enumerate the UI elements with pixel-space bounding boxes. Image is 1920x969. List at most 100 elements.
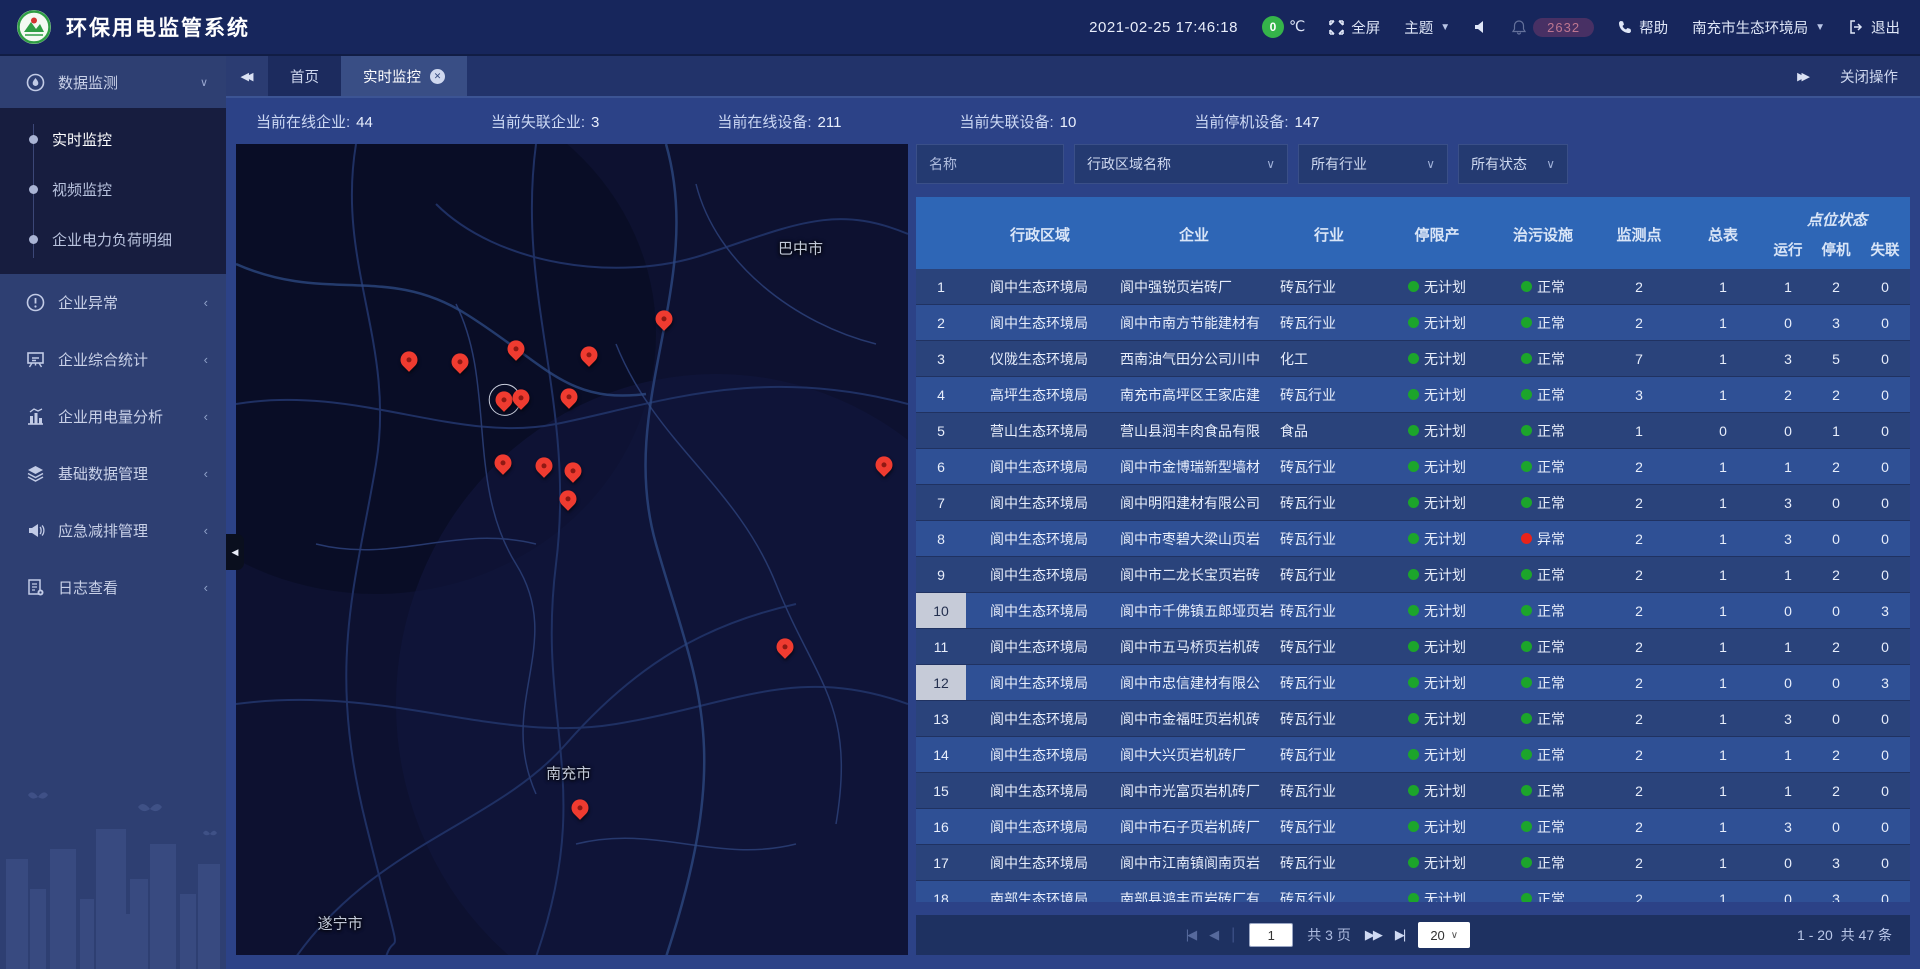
sidebar-item-emergency-reduction[interactable]: 应急减排管理 ‹	[0, 502, 226, 559]
row-lost: 0	[1860, 567, 1910, 583]
first-page-button[interactable]: |◀	[1186, 927, 1195, 943]
industry-select[interactable]: 所有行业 ∨	[1298, 144, 1448, 184]
row-index: 18	[916, 881, 966, 902]
sidebar-item-enterprise-statistics[interactable]: 企业综合统计 ‹	[0, 331, 226, 388]
table-row[interactable]: 11 阆中生态环境局 阆中市五马桥页岩机砖 砖瓦行业 无计划 正常 2 1 1 …	[916, 629, 1910, 665]
table-row[interactable]: 3 仪陇生态环境局 西南油气田分公司川中 化工 无计划 正常 7 1 3 5 0	[916, 341, 1910, 377]
page-size-select[interactable]: 20 ∨	[1418, 922, 1470, 948]
table-row[interactable]: 8 阆中生态环境局 阆中市枣碧大梁山页岩 砖瓦行业 无计划 异常 2 1 3 0…	[916, 521, 1910, 557]
prev-page-button[interactable]: ◀	[1209, 927, 1217, 943]
row-facility-status: 正常	[1490, 493, 1596, 513]
row-facility-status: 异常	[1490, 529, 1596, 549]
app-root: 环保用电监管系统 2021-02-25 17:46:18 0 ℃ 全屏 主题▼	[0, 0, 1920, 969]
tab-realtime-monitor[interactable]: 实时监控 ✕	[341, 56, 467, 96]
row-points: 2	[1596, 567, 1682, 583]
row-region: 阆中生态环境局	[966, 313, 1114, 333]
tabs-scroll-right-button[interactable]: ▶▶	[1797, 70, 1810, 83]
table-row[interactable]: 10 阆中生态环境局 阆中市千佛镇五郎垭页岩 砖瓦行业 无计划 正常 2 1 0…	[916, 593, 1910, 629]
theme-menu-button[interactable]: 主题▼	[1404, 17, 1450, 38]
table-row[interactable]: 5 营山生态环境局 营山县润丰肉食品有限 食品 无计划 正常 1 0 0 1 0	[916, 413, 1910, 449]
row-industry: 砖瓦行业	[1274, 817, 1384, 837]
map-panel[interactable]: 巴中市南充市遂宁市	[236, 144, 908, 955]
table-row[interactable]: 13 阆中生态环境局 阆中市金福旺页岩机砖 砖瓦行业 无计划 正常 2 1 3 …	[916, 701, 1910, 737]
row-limit-status: 无计划	[1384, 457, 1490, 477]
row-limit-status: 无计划	[1384, 421, 1490, 441]
table-row[interactable]: 15 阆中生态环境局 阆中市光富页岩机砖厂 砖瓦行业 无计划 正常 2 1 1 …	[916, 773, 1910, 809]
sidebar-item-base-data[interactable]: 基础数据管理 ‹	[0, 445, 226, 502]
last-page-button[interactable]: ▶|	[1395, 927, 1404, 943]
org-menu-button[interactable]: 南充市生态环境局▼	[1692, 17, 1825, 38]
row-run: 3	[1764, 495, 1812, 511]
row-points: 2	[1596, 747, 1682, 763]
col-region: 行政区域	[966, 199, 1114, 269]
sidebar-item-power-analysis[interactable]: 企业用电量分析 ‹	[0, 388, 226, 445]
row-points: 2	[1596, 783, 1682, 799]
row-stop: 0	[1812, 711, 1860, 727]
row-company: 阆中市二龙长宝页岩砖	[1114, 565, 1274, 585]
table-row[interactable]: 7 阆中生态环境局 阆中明阳建材有限公司 砖瓦行业 无计划 正常 2 1 3 0…	[916, 485, 1910, 521]
row-points: 2	[1596, 603, 1682, 619]
row-facility-status: 正常	[1490, 313, 1596, 333]
chevron-down-icon: ∨	[1451, 930, 1458, 941]
row-industry: 砖瓦行业	[1274, 601, 1384, 621]
row-industry: 砖瓦行业	[1274, 673, 1384, 693]
facility-status-dot	[1521, 713, 1532, 724]
table-row[interactable]: 6 阆中生态环境局 阆中市金博瑞新型墙材 砖瓦行业 无计划 正常 2 1 1 2…	[916, 449, 1910, 485]
limit-status-dot	[1408, 857, 1419, 868]
table-row[interactable]: 16 阆中生态环境局 阆中市石子页岩机砖厂 砖瓦行业 无计划 正常 2 1 3 …	[916, 809, 1910, 845]
fullscreen-button[interactable]: 全屏	[1329, 17, 1380, 38]
sidebar-item-video-monitor[interactable]: 视频监控	[0, 164, 226, 214]
row-meters: 1	[1682, 567, 1764, 583]
mute-speaker-button[interactable]	[1474, 20, 1488, 34]
row-limit-status: 无计划	[1384, 817, 1490, 837]
table-row[interactable]: 2 阆中生态环境局 阆中市南方节能建材有 砖瓦行业 无计划 正常 2 1 0 3…	[916, 305, 1910, 341]
chevron-down-icon: ▼	[1815, 22, 1825, 33]
temperature-widget: 0 ℃	[1262, 16, 1305, 38]
table-row[interactable]: 1 阆中生态环境局 阆中强锐页岩砖厂 砖瓦行业 无计划 正常 2 1 1 2 0	[916, 269, 1910, 305]
status-select[interactable]: 所有状态 ∨	[1458, 144, 1568, 184]
table-row[interactable]: 18 南部生态环境局 南部县鸿丰页岩砖厂有 砖瓦行业 无计划 正常 2 1 0 …	[916, 881, 1910, 902]
row-run: 3	[1764, 351, 1812, 367]
row-region: 阆中生态环境局	[966, 457, 1114, 477]
row-meters: 1	[1682, 315, 1764, 331]
close-tab-icon[interactable]: ✕	[430, 69, 445, 84]
tabs-scroll-left-button[interactable]: ◀◀	[226, 56, 268, 96]
col-run: 运行	[1764, 239, 1812, 269]
close-operations-button[interactable]: 关闭操作	[1840, 66, 1898, 87]
map-collapse-handle[interactable]: ◀	[226, 534, 244, 570]
page-number-input[interactable]	[1249, 923, 1293, 947]
tab-home[interactable]: 首页	[268, 56, 341, 96]
row-index: 11	[916, 629, 966, 664]
limit-status-dot	[1408, 389, 1419, 400]
app-logo-icon	[16, 9, 52, 45]
row-run: 0	[1764, 855, 1812, 871]
sidebar-item-log-view[interactable]: 日志查看 ‹	[0, 559, 226, 616]
logout-button[interactable]: 退出	[1849, 17, 1900, 38]
row-facility-status: 正常	[1490, 421, 1596, 441]
table-row[interactable]: 17 阆中生态环境局 阆中市江南镇阆南页岩 砖瓦行业 无计划 正常 2 1 0 …	[916, 845, 1910, 881]
row-company: 阆中明阳建材有限公司	[1114, 493, 1274, 513]
sidebar-item-power-load-detail[interactable]: 企业电力负荷明细	[0, 214, 226, 264]
region-select[interactable]: 行政区域名称 ∨	[1074, 144, 1288, 184]
next-page-button[interactable]: ▶▶	[1365, 927, 1381, 943]
exit-icon	[1849, 20, 1864, 34]
table-row[interactable]: 9 阆中生态环境局 阆中市二龙长宝页岩砖 砖瓦行业 无计划 正常 2 1 1 2…	[916, 557, 1910, 593]
row-lost: 0	[1860, 351, 1910, 367]
row-meters: 1	[1682, 639, 1764, 655]
row-index: 8	[916, 521, 966, 556]
row-meters: 1	[1682, 675, 1764, 691]
row-industry: 砖瓦行业	[1274, 457, 1384, 477]
sidebar-group-data-monitoring[interactable]: 数据监测 ∨	[0, 56, 226, 108]
table-row[interactable]: 14 阆中生态环境局 阆中大兴页岩机砖厂 砖瓦行业 无计划 正常 2 1 1 2…	[916, 737, 1910, 773]
table-row[interactable]: 4 高坪生态环境局 南充市高坪区王家店建 砖瓦行业 无计划 正常 3 1 2 2…	[916, 377, 1910, 413]
row-region: 阆中生态环境局	[966, 781, 1114, 801]
name-search-input[interactable]	[916, 144, 1064, 184]
alarm-notification[interactable]: 2632	[1512, 18, 1594, 37]
table-row[interactable]: 12 阆中生态环境局 阆中市忠信建材有限公 砖瓦行业 无计划 正常 2 1 0 …	[916, 665, 1910, 701]
temperature-unit: ℃	[1289, 19, 1305, 35]
sidebar-item-enterprise-abnormal[interactable]: 企业异常 ‹	[0, 274, 226, 331]
chevron-down-icon: ▼	[1440, 22, 1450, 33]
help-button[interactable]: 帮助	[1618, 17, 1668, 38]
sidebar-item-realtime-monitor[interactable]: 实时监控	[0, 114, 226, 164]
col-points: 监测点	[1596, 199, 1682, 269]
